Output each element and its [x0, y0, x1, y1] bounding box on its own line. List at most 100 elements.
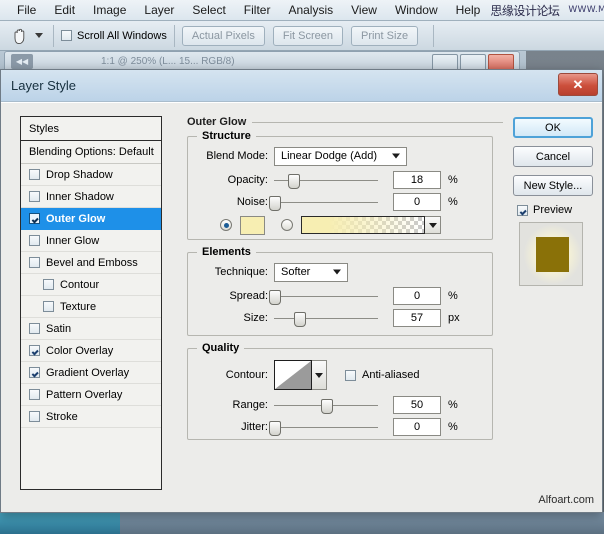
style-row-contour[interactable]: Contour — [21, 274, 161, 296]
contour-preview[interactable] — [274, 360, 312, 390]
structure-legend: Structure — [197, 130, 256, 142]
noise-slider-track — [274, 202, 378, 203]
menu-item-image[interactable]: Image — [84, 0, 135, 20]
style-row-label: Color Overlay — [46, 345, 113, 357]
spread-label: Spread: — [188, 290, 274, 302]
fit-screen-button[interactable]: Fit Screen — [273, 26, 343, 46]
contour-chevron-down-icon[interactable] — [312, 360, 327, 390]
hand-tool-icon[interactable] — [6, 24, 32, 48]
spread-slider[interactable] — [274, 288, 378, 304]
opacity-slider[interactable] — [274, 172, 378, 188]
cancel-button[interactable]: Cancel — [513, 146, 593, 167]
technique-select[interactable]: Softer — [274, 263, 348, 282]
style-row-label: Inner Shadow — [46, 191, 114, 203]
options-divider-2 — [174, 25, 175, 47]
style-row-drop-shadow[interactable]: Drop Shadow — [21, 164, 161, 186]
styles-panel-header[interactable]: Styles — [21, 117, 161, 141]
noise-row: Noise: 0 % — [188, 192, 492, 212]
size-slider-knob[interactable] — [294, 312, 306, 327]
style-check-box-icon[interactable] — [29, 323, 40, 334]
style-check-box-icon[interactable] — [29, 235, 40, 246]
menu-item-filter[interactable]: Filter — [235, 0, 280, 20]
size-slider[interactable] — [274, 310, 378, 326]
technique-row: Technique: Softer — [188, 262, 492, 282]
opacity-input[interactable]: 18 — [393, 171, 441, 189]
dialog-body: Styles Blending Options: Default Drop Sh… — [1, 102, 602, 512]
collapse-panel-icon[interactable]: ◀◀ — [11, 54, 33, 69]
ok-button[interactable]: OK — [513, 117, 593, 138]
tool-preset-chevron-down-icon[interactable] — [32, 24, 46, 48]
anti-aliased-label: Anti-aliased — [362, 369, 419, 381]
spread-slider-knob[interactable] — [269, 290, 281, 305]
jitter-slider-knob[interactable] — [269, 421, 281, 436]
jitter-slider[interactable] — [274, 419, 378, 435]
style-row-inner-shadow[interactable]: Inner Shadow — [21, 186, 161, 208]
size-slider-track — [274, 318, 378, 319]
outer-glow-heading: Outer Glow — [187, 116, 503, 128]
size-input[interactable]: 57 — [393, 309, 441, 327]
jitter-input[interactable]: 0 — [393, 418, 441, 436]
menu-item-help[interactable]: Help — [447, 0, 490, 20]
menu-item-select[interactable]: Select — [183, 0, 234, 20]
style-check-box-icon[interactable] — [43, 279, 54, 290]
range-slider[interactable] — [274, 397, 378, 413]
menu-item-window[interactable]: Window — [386, 0, 447, 20]
style-check-box-icon[interactable] — [29, 257, 40, 268]
opacity-slider-knob[interactable] — [288, 174, 300, 189]
menu-item-analysis[interactable]: Analysis — [279, 0, 342, 20]
glow-gradient-fill — [302, 217, 424, 233]
style-row-inner-glow[interactable]: Inner Glow — [21, 230, 161, 252]
style-check-box-icon[interactable] — [29, 191, 40, 202]
style-row-texture[interactable]: Texture — [21, 296, 161, 318]
menu-item-edit[interactable]: Edit — [45, 0, 84, 20]
style-row-color-overlay[interactable]: Color Overlay — [21, 340, 161, 362]
style-preview-thumbnail — [519, 222, 583, 286]
glow-gradient-radio[interactable] — [281, 219, 293, 231]
jitter-row: Jitter: 0 % — [188, 417, 492, 437]
range-slider-knob[interactable] — [321, 399, 333, 414]
range-input[interactable]: 50 — [393, 396, 441, 414]
style-row-outer-glow[interactable]: Outer Glow — [21, 208, 161, 230]
style-row-stroke[interactable]: Stroke — [21, 406, 161, 428]
style-check-box-icon[interactable] — [29, 213, 40, 224]
application-bottom-strip — [0, 512, 604, 534]
glow-color-radio[interactable] — [220, 219, 232, 231]
style-check-box-icon[interactable] — [29, 345, 40, 356]
blending-options-row[interactable]: Blending Options: Default — [21, 141, 161, 164]
blend-mode-row: Blend Mode: Linear Dodge (Add) — [188, 146, 492, 166]
scroll-all-windows-check-box-icon[interactable] — [61, 30, 72, 41]
glow-gradient-preview[interactable] — [301, 216, 425, 234]
noise-input[interactable]: 0 — [393, 193, 441, 211]
anti-aliased-checkbox[interactable]: Anti-aliased — [345, 369, 419, 381]
canvas-edge — [0, 512, 120, 534]
menu-item-file[interactable]: File — [8, 0, 45, 20]
style-check-box-icon[interactable] — [29, 389, 40, 400]
dialog-close-button[interactable]: ✕ — [558, 73, 598, 96]
style-row-satin[interactable]: Satin — [21, 318, 161, 340]
style-check-box-icon[interactable] — [29, 411, 40, 422]
new-style-button[interactable]: New Style... — [513, 175, 593, 196]
spread-input[interactable]: 0 — [393, 287, 441, 305]
blend-mode-select[interactable]: Linear Dodge (Add) — [274, 147, 407, 166]
glow-gradient-chevron-down-icon[interactable] — [425, 216, 441, 234]
style-check-box-icon[interactable] — [29, 367, 40, 378]
style-check-box-icon[interactable] — [29, 169, 40, 180]
style-row-pattern-overlay[interactable]: Pattern Overlay — [21, 384, 161, 406]
style-check-box-icon[interactable] — [43, 301, 54, 312]
range-row: Range: 50 % — [188, 395, 492, 415]
anti-aliased-check-box-icon[interactable] — [345, 370, 356, 381]
menu-item-layer[interactable]: Layer — [135, 0, 183, 20]
actual-pixels-button[interactable]: Actual Pixels — [182, 26, 265, 46]
preview-check-box-icon[interactable] — [517, 205, 528, 216]
dialog-titlebar[interactable]: Layer Style ✕ — [1, 70, 602, 102]
noise-slider[interactable] — [274, 194, 378, 210]
preview-checkbox[interactable]: Preview — [517, 204, 593, 216]
range-label: Range: — [188, 399, 274, 411]
print-size-button[interactable]: Print Size — [351, 26, 418, 46]
menu-item-view[interactable]: View — [342, 0, 386, 20]
style-row-gradient-overlay[interactable]: Gradient Overlay — [21, 362, 161, 384]
noise-slider-knob[interactable] — [269, 196, 281, 211]
scroll-all-windows-checkbox[interactable]: Scroll All Windows — [61, 30, 167, 42]
style-row-bevel-and-emboss[interactable]: Bevel and Emboss — [21, 252, 161, 274]
glow-color-swatch[interactable] — [240, 216, 265, 235]
